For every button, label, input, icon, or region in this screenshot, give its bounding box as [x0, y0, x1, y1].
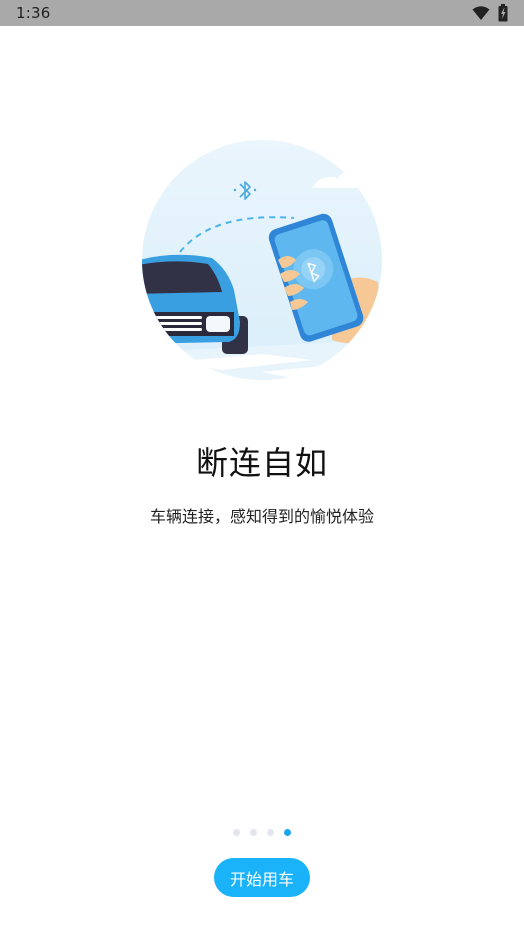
- wifi-icon: [472, 5, 490, 21]
- onboarding-subtitle: 车辆连接，感知得到的愉悦体验: [149, 507, 374, 526]
- page-dot-4-active: [284, 829, 291, 836]
- page-dot-2: [250, 829, 257, 836]
- page-dot-1: [233, 829, 240, 836]
- start-button[interactable]: 开始用车: [214, 858, 310, 897]
- onboarding-title: 断连自如: [195, 444, 328, 482]
- status-icons: [472, 4, 508, 22]
- status-time: 1:36: [16, 4, 51, 22]
- page-dot-3: [267, 829, 274, 836]
- onboarding-illustration: [142, 140, 382, 380]
- page-indicator: [0, 829, 524, 836]
- battery-icon: [498, 4, 508, 22]
- status-bar: 1:36: [0, 0, 524, 26]
